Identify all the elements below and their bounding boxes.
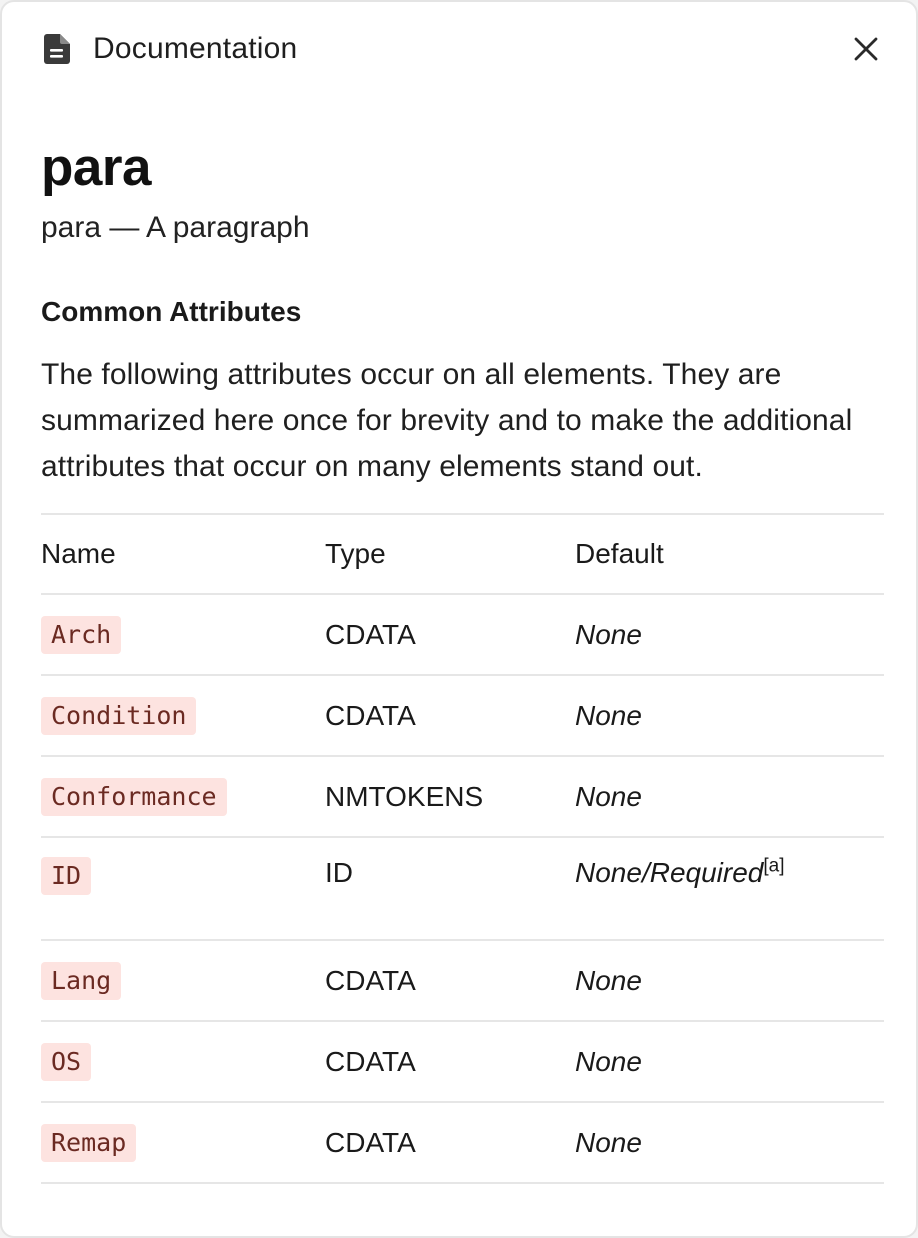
attributes-table: Name Type Default Arch CDATA None Condit… [41, 513, 884, 1184]
panel-header: Documentation [2, 2, 916, 98]
table-row: ID ID None/Required[a] [41, 837, 884, 941]
doc-content: para para — A paragraph Common Attribute… [41, 132, 884, 1202]
attribute-default: None [575, 699, 642, 731]
table-row: Arch CDATA None [41, 594, 884, 676]
attribute-type: ID [325, 837, 575, 941]
page-subtitle: para — A paragraph [41, 211, 310, 244]
attribute-name: Remap [41, 1123, 137, 1162]
table-row: Condition CDATA None [41, 675, 884, 757]
document-icon [44, 34, 70, 64]
attribute-default: None [575, 780, 642, 812]
table-header-row: Name Type Default [41, 514, 884, 595]
close-button[interactable] [848, 31, 884, 67]
table-row: Lang CDATA None [41, 940, 884, 1022]
attribute-name: ID [41, 857, 92, 895]
attribute-type: CDATA [325, 1021, 575, 1103]
footnote-link[interactable]: [a] [763, 856, 784, 877]
attribute-name: Condition [41, 696, 197, 735]
page-title: para [41, 138, 151, 197]
documentation-panel: Documentation para para — A paragraph Co… [0, 0, 918, 1238]
attribute-default: None [575, 1045, 642, 1077]
table-row: Remap CDATA None [41, 1102, 884, 1184]
attribute-type: CDATA [325, 940, 575, 1022]
attribute-type: CDATA [325, 594, 575, 676]
attribute-default: None [575, 618, 642, 650]
attribute-type: CDATA [325, 1102, 575, 1184]
table-row: Conformance NMTOKENS None [41, 756, 884, 838]
close-icon[interactable] [848, 31, 884, 67]
attribute-name: OS [41, 1042, 92, 1081]
attribute-type: CDATA [325, 675, 575, 757]
table-row: OS CDATA None [41, 1021, 884, 1103]
attribute-default: None/Required [575, 857, 764, 888]
attribute-name: Conformance [41, 777, 227, 816]
section-description: The following attributes occur on all el… [41, 358, 853, 483]
attribute-default: None [575, 964, 642, 996]
column-header-default: Default [575, 514, 884, 595]
panel-title: Documentation [93, 32, 298, 65]
attribute-name: Arch [41, 615, 122, 654]
attribute-default: None [575, 1126, 642, 1158]
attribute-name: Lang [41, 961, 122, 1000]
column-header-name: Name [41, 514, 325, 595]
column-header-type: Type [325, 514, 575, 595]
section-heading: Common Attributes [41, 296, 302, 327]
attribute-type: NMTOKENS [325, 756, 575, 838]
